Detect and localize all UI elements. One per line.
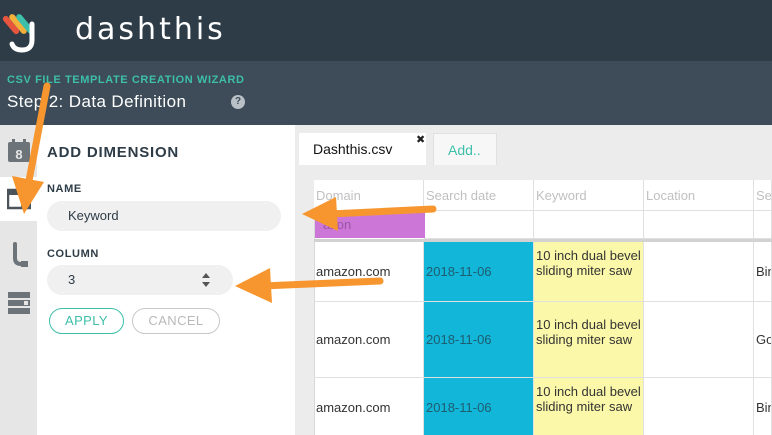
dimension-slot [424, 211, 534, 239]
table-cell-search-engine: Go [754, 302, 772, 378]
table-cell-date: 2018-11-06 [424, 302, 534, 378]
calendar-day: 8 [15, 147, 22, 162]
rail-item-calendar[interactable]: 8 [0, 129, 37, 173]
tab-dashthis-csv[interactable]: Dashthis.csv [299, 133, 426, 165]
table-cell-search-engine: Bin [754, 242, 772, 302]
tool-rail: 8 [0, 125, 37, 435]
table-cell-domain: amazon.com [314, 242, 424, 302]
stepper-arrows-icon[interactable] [201, 271, 211, 289]
column-header-domain[interactable]: Domain [314, 180, 424, 211]
dimension-slot [644, 211, 754, 239]
table-cell-location [644, 378, 754, 435]
help-icon[interactable]: ? [231, 95, 245, 109]
wizard-kicker: CSV FILE TEMPLATE CREATION WIZARD [7, 74, 245, 86]
dimension-icon [6, 188, 31, 210]
rows-icon [7, 292, 30, 314]
table-cell-location [644, 242, 754, 302]
table-cell-date: 2018-11-06 [424, 378, 534, 435]
dimension-slot [754, 211, 772, 239]
calendar-icon: 8 [7, 139, 30, 162]
add-tab-button[interactable]: Add.. [433, 133, 497, 165]
rail-item-pointer[interactable] [0, 233, 37, 277]
pointer-icon [12, 242, 28, 267]
cancel-button[interactable]: CANCEL [132, 308, 220, 334]
table-cell-domain: amazon.com [314, 302, 424, 378]
table-cell-location [644, 302, 754, 378]
dashthis-logo-icon[interactable] [2, 6, 46, 54]
panel-title: ADD DIMENSION [47, 144, 180, 161]
column-header-keyword[interactable]: Keyword [534, 180, 644, 211]
brand-name: dashthis [75, 12, 226, 47]
name-field-value: Keyword [68, 208, 119, 223]
column-header-search-date[interactable]: Search date [424, 180, 534, 211]
table-cell-domain: amazon.com [314, 378, 424, 435]
column-header-search-engine[interactable]: Se [754, 180, 772, 211]
name-label: NAME [47, 183, 82, 195]
column-label: COLUMN [47, 248, 99, 260]
table-cell-keyword: 10 inch dual bevel sliding miter saw [534, 242, 644, 302]
column-header-location[interactable]: Location [644, 180, 754, 211]
dimension-slot [534, 211, 644, 239]
wizard-step-title: Step 2: Data Definition [7, 92, 187, 111]
apply-button[interactable]: APPLY [49, 308, 124, 334]
table-cell-search-engine: Bin [754, 378, 772, 435]
table-cell-keyword: 10 inch dual bevel sliding miter saw [534, 302, 644, 378]
table-cell-date: 2018-11-06 [424, 242, 534, 302]
column-value: 3 [68, 272, 76, 287]
column-stepper[interactable]: 3 [47, 265, 233, 295]
rail-item-rows[interactable] [0, 281, 37, 325]
name-field[interactable]: Keyword [47, 201, 281, 231]
domain-dimension-tag[interactable]: azon [315, 211, 425, 238]
close-tab-icon[interactable]: ✖ [416, 133, 425, 146]
table-cell-keyword: 10 inch dual bevel sliding miter saw [534, 378, 644, 435]
rail-item-dimension[interactable] [0, 177, 37, 221]
